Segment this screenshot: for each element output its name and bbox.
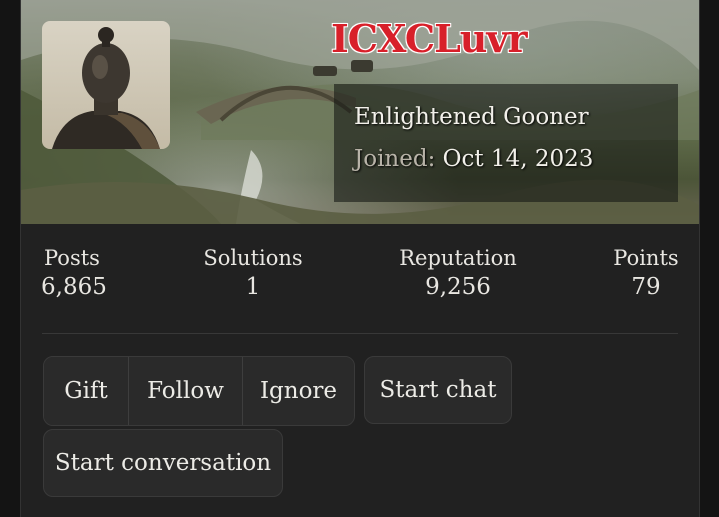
profile-banner: ICXCLuvr Enlightened Gooner Joined: Oct … [21, 0, 699, 224]
stat-points[interactable]: Points 79 [611, 246, 681, 300]
user-info-panel: Enlightened Gooner Joined: Oct 14, 2023 [334, 84, 678, 202]
joined-date[interactable]: Oct 14, 2023 [443, 146, 594, 172]
stat-reputation: Reputation 9,256 [394, 246, 522, 300]
joined-label: Joined: [354, 146, 436, 172]
follow-button[interactable]: Follow [128, 357, 242, 425]
stat-label: Points [613, 246, 679, 270]
stat-posts[interactable]: Posts 6,865 [41, 246, 107, 300]
stat-value[interactable]: 6,865 [41, 274, 107, 300]
username[interactable]: ICXCLuvr [331, 16, 528, 61]
member-action-group: Gift Follow Ignore [43, 356, 355, 426]
stats-divider [42, 333, 678, 334]
gift-button[interactable]: Gift [44, 357, 128, 425]
start-chat-button[interactable]: Start chat [364, 356, 512, 424]
joined-date-row: Joined: Oct 14, 2023 [354, 146, 593, 172]
stat-solutions: Solutions 1 [201, 246, 305, 300]
ignore-button[interactable]: Ignore [242, 357, 354, 425]
avatar-bust-image [52, 27, 160, 149]
stat-value: 9,256 [425, 274, 491, 300]
stat-label: Solutions [203, 246, 303, 270]
stat-value[interactable]: 79 [611, 274, 681, 300]
start-conversation-button[interactable]: Start conversation [43, 429, 283, 497]
user-title: Enlightened Gooner [354, 104, 589, 130]
stat-label: Reputation [399, 246, 517, 270]
user-avatar[interactable] [42, 21, 170, 149]
stat-value: 1 [245, 274, 261, 300]
stat-label: Posts [44, 246, 100, 270]
member-profile-card: ICXCLuvr Enlightened Gooner Joined: Oct … [20, 0, 700, 517]
